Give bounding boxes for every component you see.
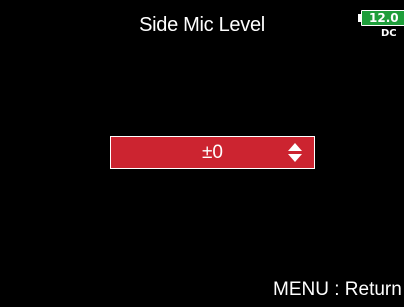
side-mic-level-selector[interactable]: ±0 (110, 136, 315, 169)
side-mic-level-screen: Side Mic Level 12.0 DC ±0 MENU : Return (0, 0, 404, 307)
page-title: Side Mic Level (139, 14, 265, 36)
battery-indicator: 12.0 (358, 10, 404, 26)
side-mic-level-value: ±0 (202, 142, 223, 163)
power-source-label: DC (381, 28, 397, 39)
up-down-arrows-icon (288, 143, 302, 162)
battery-voltage: 12.0 (369, 11, 399, 25)
menu-return-hint: MENU : Return (273, 279, 402, 300)
